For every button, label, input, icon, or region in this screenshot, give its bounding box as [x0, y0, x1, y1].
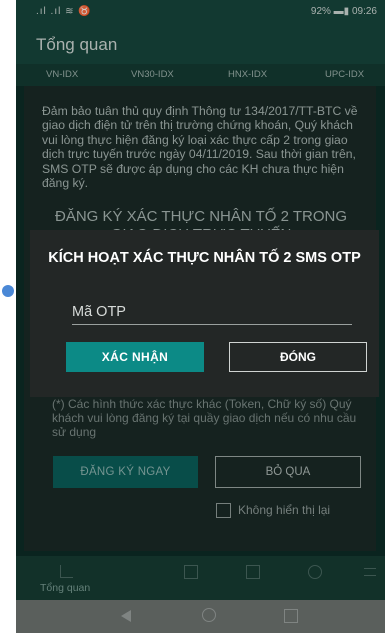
- confirm-button[interactable]: XÁC NHẬN: [66, 342, 204, 372]
- otp-input[interactable]: Mã OTP: [72, 300, 352, 325]
- side-indicator-dot: [2, 285, 14, 297]
- dialog-title: KÍCH HOẠT XÁC THỰC NHÂN TỐ 2 SMS OTP: [48, 250, 361, 266]
- otp-placeholder: Mã OTP: [72, 304, 126, 320]
- otp-activation-dialog: KÍCH HOẠT XÁC THỰC NHÂN TỐ 2 SMS OTP Mã …: [30, 230, 379, 397]
- phone-screen: .ıl .ıl ≋ ♉ 92% ▬▮ 09:26 Tổng quan VN-ID…: [16, 0, 385, 633]
- close-button[interactable]: ĐÓNG: [229, 342, 367, 372]
